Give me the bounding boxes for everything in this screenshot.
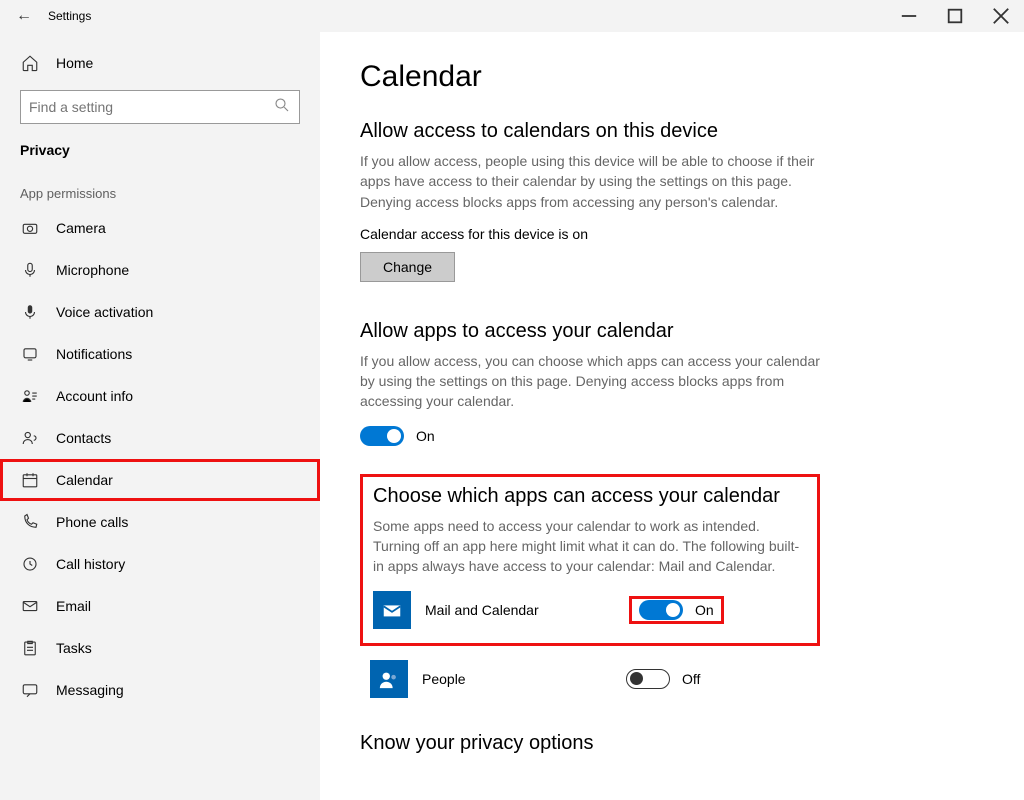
close-button[interactable] <box>978 0 1024 32</box>
people-toggle[interactable] <box>626 669 670 689</box>
sidebar-item-label: Voice activation <box>56 304 153 320</box>
sidebar-item-tasks[interactable]: Tasks <box>0 627 320 669</box>
app-name: Mail and Calendar <box>425 602 615 618</box>
sidebar-item-account-info[interactable]: Account info <box>0 375 320 417</box>
search-input[interactable] <box>29 99 273 115</box>
tasks-icon <box>20 639 40 657</box>
phone-icon <box>20 513 40 531</box>
sidebar-item-label: Phone calls <box>56 514 128 530</box>
sidebar-home[interactable]: Home <box>0 44 320 82</box>
search-icon <box>273 96 291 119</box>
access-heading: Allow access to calendars on this device <box>360 120 984 143</box>
content: Calendar Allow access to calendars on th… <box>320 32 1024 800</box>
titlebar: ← Settings <box>0 0 1024 32</box>
sidebar-item-contacts[interactable]: Contacts <box>0 417 320 459</box>
sidebar-item-label: Contacts <box>56 430 111 446</box>
choose-desc: Some apps need to access your calendar t… <box>373 516 807 577</box>
access-status-line: Calendar access for this device is on <box>360 226 984 242</box>
sidebar-item-calendar[interactable]: Calendar <box>0 459 320 501</box>
know-heading: Know your privacy options <box>360 732 984 755</box>
people-toggle-label: Off <box>682 671 700 687</box>
voice-icon <box>20 303 40 321</box>
sidebar-item-notifications[interactable]: Notifications <box>0 333 320 375</box>
sidebar-item-label: Account info <box>56 388 133 404</box>
sidebar-item-call-history[interactable]: Call history <box>0 543 320 585</box>
choose-apps-section: Choose which apps can access your calend… <box>360 474 820 646</box>
search-box[interactable] <box>20 90 300 124</box>
app-row-people: People Off <box>360 660 820 698</box>
microphone-icon <box>20 261 40 279</box>
sidebar: Home Privacy App permissions Camera Micr… <box>0 32 320 800</box>
sidebar-group-title: App permissions <box>0 168 320 207</box>
sidebar-item-label: Email <box>56 598 91 614</box>
mail-calendar-toggle-label: On <box>695 602 714 618</box>
minimize-button[interactable] <box>886 0 932 32</box>
change-button[interactable]: Change <box>360 252 455 282</box>
contacts-icon <box>20 429 40 447</box>
sidebar-item-microphone[interactable]: Microphone <box>0 249 320 291</box>
app-row-mail-calendar: Mail and Calendar On <box>373 591 807 629</box>
account-icon <box>20 387 40 405</box>
camera-icon <box>20 219 40 237</box>
mail-app-icon <box>373 591 411 629</box>
sidebar-item-label: Calendar <box>56 472 113 488</box>
page-title: Calendar <box>360 60 984 94</box>
sidebar-item-camera[interactable]: Camera <box>0 207 320 249</box>
notifications-icon <box>20 345 40 363</box>
sidebar-item-phone-calls[interactable]: Phone calls <box>0 501 320 543</box>
choose-heading: Choose which apps can access your calend… <box>373 485 807 508</box>
allow-apps-heading: Allow apps to access your calendar <box>360 320 984 343</box>
home-icon <box>20 54 40 72</box>
allow-apps-toggle[interactable] <box>360 426 404 446</box>
sidebar-item-label: Camera <box>56 220 106 236</box>
sidebar-item-email[interactable]: Email <box>0 585 320 627</box>
calendar-icon <box>20 471 40 489</box>
allow-apps-toggle-label: On <box>416 428 435 444</box>
sidebar-home-label: Home <box>56 55 93 71</box>
access-desc: If you allow access, people using this d… <box>360 151 820 212</box>
app-name: People <box>422 671 612 687</box>
minimize-icon <box>900 7 918 25</box>
back-button[interactable]: ← <box>0 7 48 25</box>
sidebar-item-messaging[interactable]: Messaging <box>0 669 320 711</box>
people-app-icon <box>370 660 408 698</box>
sidebar-item-label: Notifications <box>56 346 132 362</box>
sidebar-section-title: Privacy <box>0 138 320 168</box>
close-icon <box>992 7 1010 25</box>
history-icon <box>20 555 40 573</box>
email-icon <box>20 597 40 615</box>
sidebar-item-voice-activation[interactable]: Voice activation <box>0 291 320 333</box>
sidebar-item-label: Microphone <box>56 262 129 278</box>
maximize-icon <box>946 7 964 25</box>
sidebar-item-label: Tasks <box>56 640 92 656</box>
maximize-button[interactable] <box>932 0 978 32</box>
mail-calendar-toggle[interactable] <box>639 600 683 620</box>
sidebar-item-label: Call history <box>56 556 125 572</box>
messaging-icon <box>20 681 40 699</box>
window-title: Settings <box>48 9 91 23</box>
sidebar-item-label: Messaging <box>56 682 124 698</box>
allow-apps-desc: If you allow access, you can choose whic… <box>360 351 820 412</box>
